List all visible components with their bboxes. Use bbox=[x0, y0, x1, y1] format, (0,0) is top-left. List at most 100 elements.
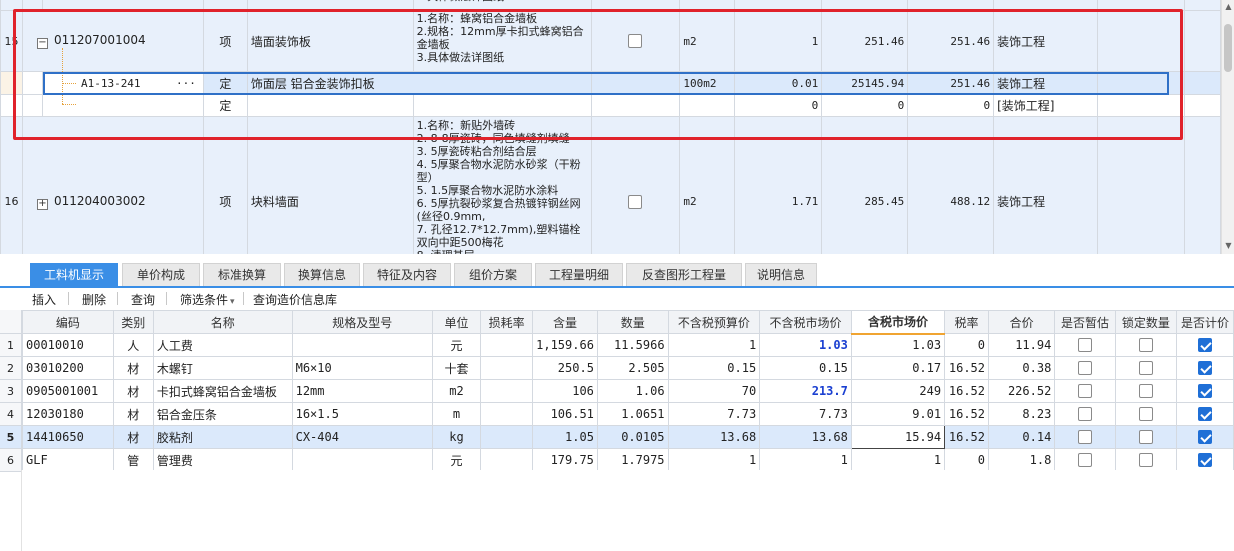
loss-rate[interactable] bbox=[480, 379, 534, 403]
column-header[interactable]: 类别 bbox=[112, 310, 154, 334]
column-header[interactable]: 锁定数量 bbox=[1114, 310, 1178, 334]
material-name[interactable]: 管理费 bbox=[152, 448, 293, 470]
quantity[interactable]: 1.7975 bbox=[596, 448, 669, 470]
material-name[interactable]: 卡扣式蜂窝铝合金墙板 bbox=[152, 379, 293, 403]
filter-dropdown[interactable]: 筛选条件 ▾ bbox=[180, 291, 235, 308]
tab-standard-conversion[interactable]: 标准换算 bbox=[203, 263, 281, 287]
tax-rate[interactable]: 16.52 bbox=[944, 379, 989, 403]
quota-specialty[interactable]: [装饰工程] bbox=[993, 94, 1099, 117]
market-price-excl-tax[interactable]: 1 bbox=[759, 448, 852, 470]
material-row[interactable]: 14410650 材胶粘剂 CX-404 kg 1.05 0.0105 13.68 13.68… bbox=[22, 425, 1234, 449]
material-unit[interactable]: 元 bbox=[431, 448, 482, 470]
lock-quantity-checkbox[interactable] bbox=[1138, 338, 1153, 353]
insert-button[interactable]: 插入 bbox=[32, 291, 56, 308]
priced-checkbox[interactable] bbox=[1198, 361, 1213, 376]
quantity[interactable]: 1.06 bbox=[596, 379, 669, 403]
material-spec[interactable] bbox=[291, 333, 433, 357]
market-price-excl-tax[interactable]: 13.68 bbox=[759, 425, 852, 449]
market-price-excl-tax[interactable]: 213.7 bbox=[759, 379, 852, 403]
item-desc[interactable]: 1.名称：新贴外墙砖 2. 8-8厚瓷砖，同色填缝剂填缝 3. 5厚瓷砖粘合剂结… bbox=[412, 116, 592, 254]
scroll-up-icon[interactable]: ▲ bbox=[1223, 1, 1234, 13]
material-code[interactable]: 12030180 bbox=[22, 402, 114, 426]
row-number[interactable]: 2 bbox=[0, 357, 22, 380]
column-header[interactable]: 损耗率 bbox=[480, 310, 534, 334]
item-desc[interactable]: 1.名称：蜂窝铝合金墙板 2.规格：12mm厚卡扣式蜂窝铝合金墙板 3.具体做法… bbox=[412, 10, 592, 72]
item-name[interactable]: 块料墙面 bbox=[246, 116, 414, 254]
lock-quantity-checkbox[interactable] bbox=[1138, 361, 1153, 376]
estimate-checkbox[interactable] bbox=[1078, 338, 1093, 353]
loss-rate[interactable] bbox=[480, 448, 534, 470]
market-price-incl-tax[interactable]: 1 bbox=[850, 448, 946, 470]
expand-icon[interactable]: + bbox=[36, 198, 48, 210]
loss-rate[interactable] bbox=[480, 356, 534, 380]
quota-code[interactable]: A1-13-241 bbox=[81, 77, 141, 90]
material-code[interactable]: GLF bbox=[22, 448, 114, 470]
lock-quantity-checkbox[interactable] bbox=[1138, 430, 1153, 445]
estimate-checkbox[interactable] bbox=[1078, 361, 1093, 376]
tab-labor-material-machine[interactable]: 工料机显示 bbox=[30, 263, 118, 287]
item-qty[interactable]: 1.71 bbox=[734, 116, 823, 254]
material-unit[interactable]: kg bbox=[431, 425, 482, 449]
tab-reverse-graphic-quantity[interactable]: 反查图形工程量 bbox=[626, 263, 742, 287]
market-price-incl-tax[interactable]: 0.17 bbox=[850, 356, 946, 380]
tab-quantity-detail[interactable]: 工程量明细 bbox=[535, 263, 623, 287]
material-spec[interactable]: 16×1.5 bbox=[291, 402, 433, 426]
tab-unit-price-composition[interactable]: 单价构成 bbox=[122, 263, 200, 287]
material-code[interactable]: 0905001001 bbox=[22, 379, 114, 403]
content-qty[interactable]: 106.51 bbox=[532, 402, 598, 426]
market-price-incl-tax[interactable]: 15.94 bbox=[850, 425, 946, 449]
market-price-incl-tax[interactable]: 9.01 bbox=[850, 402, 946, 426]
item-name[interactable]: 墙面装饰板 bbox=[246, 10, 414, 72]
estimate-checkbox[interactable] bbox=[1078, 453, 1093, 468]
material-unit[interactable]: m bbox=[431, 402, 482, 426]
lock-quantity-checkbox[interactable] bbox=[1138, 407, 1153, 422]
material-unit[interactable]: m2 bbox=[431, 379, 482, 403]
boq-row-16[interactable]: 16 +011204003002 项 块料墙面 1.名称：新贴外墙砖 2. 8-… bbox=[0, 116, 1221, 254]
material-code[interactable]: 00010010 bbox=[22, 333, 114, 357]
market-price-incl-tax[interactable]: 249 bbox=[850, 379, 946, 403]
content-qty[interactable]: 179.75 bbox=[532, 448, 598, 470]
tab-conversion-info[interactable]: 换算信息 bbox=[284, 263, 360, 287]
material-name[interactable]: 木螺钉 bbox=[152, 356, 293, 380]
market-price-excl-tax[interactable]: 7.73 bbox=[759, 402, 852, 426]
material-unit[interactable]: 元 bbox=[431, 333, 482, 357]
item-checkbox[interactable] bbox=[628, 34, 643, 49]
loss-rate[interactable] bbox=[480, 425, 534, 449]
quota-qty[interactable]: 0 bbox=[734, 94, 823, 117]
loss-rate[interactable] bbox=[480, 402, 534, 426]
material-row[interactable]: 0905001001 材卡扣式蜂窝铝合金墙板 12mm m2 106 1.06 70 213.… bbox=[22, 379, 1234, 403]
row-number[interactable]: 4 bbox=[0, 403, 22, 426]
row-number[interactable]: 6 bbox=[0, 449, 22, 472]
material-spec[interactable]: 12mm bbox=[291, 379, 433, 403]
row-number[interactable]: 5 bbox=[0, 426, 22, 449]
column-header[interactable]: 编码 bbox=[22, 310, 114, 334]
quantity[interactable]: 1.0651 bbox=[596, 402, 669, 426]
column-header[interactable]: 不含税预算价 bbox=[667, 310, 761, 334]
item-qty[interactable]: 1 bbox=[734, 10, 823, 72]
quota-qty[interactable]: 0.01 bbox=[734, 71, 823, 95]
material-name[interactable]: 胶粘剂 bbox=[152, 425, 293, 449]
column-header[interactable]: 名称 bbox=[152, 310, 293, 334]
column-header[interactable]: 含量 bbox=[532, 310, 598, 334]
item-specialty[interactable]: 装饰工程 bbox=[993, 116, 1099, 254]
priced-checkbox[interactable] bbox=[1198, 384, 1213, 399]
content-qty[interactable]: 1.05 bbox=[532, 425, 598, 449]
content-qty[interactable]: 1,159.66 bbox=[532, 333, 598, 357]
material-row[interactable]: 03010200 材木螺钉 M6×10 十套 250.5 2.505 0.15 0.15 0.1… bbox=[22, 356, 1234, 380]
row-number[interactable]: 3 bbox=[0, 380, 22, 403]
column-header[interactable]: 合价 bbox=[987, 310, 1056, 334]
column-header[interactable]: 单位 bbox=[431, 310, 482, 334]
estimate-checkbox[interactable] bbox=[1078, 430, 1093, 445]
delete-button[interactable]: 删除 bbox=[82, 291, 106, 308]
row-number[interactable]: 1 bbox=[0, 334, 22, 357]
material-spec[interactable] bbox=[291, 448, 433, 470]
material-spec[interactable]: CX-404 bbox=[291, 425, 433, 449]
column-header[interactable]: 含税市场价 bbox=[850, 310, 946, 335]
tax-rate[interactable]: 0 bbox=[944, 448, 989, 470]
material-code[interactable]: 03010200 bbox=[22, 356, 114, 380]
item-specialty[interactable]: 装饰工程 bbox=[993, 10, 1099, 72]
tax-rate[interactable]: 16.52 bbox=[944, 356, 989, 380]
material-code[interactable]: 14410650 bbox=[22, 425, 114, 449]
lock-quantity-checkbox[interactable] bbox=[1138, 384, 1153, 399]
material-row[interactable]: 00010010 人人工费元 1,159.66 11.5966 1 1.03 1.03 0 11… bbox=[22, 333, 1234, 357]
